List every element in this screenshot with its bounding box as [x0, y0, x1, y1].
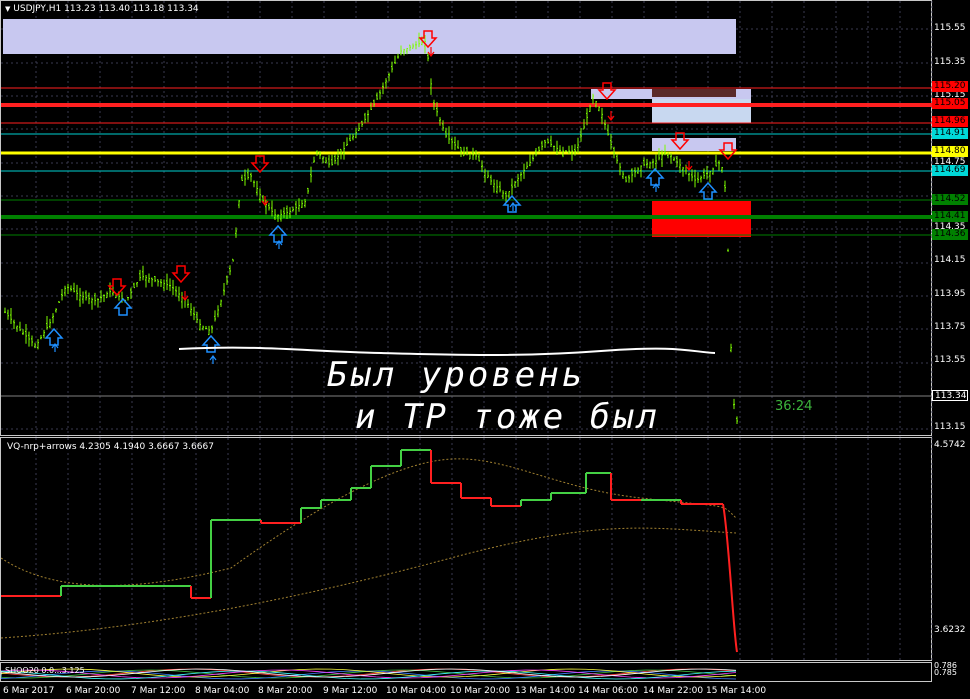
dropdown-icon[interactable]: ▼ — [5, 5, 10, 13]
time-tick: 6 Mar 20:00 — [66, 686, 121, 696]
price-box-114-96: 114.96 — [932, 116, 968, 127]
vq-drop — [722, 503, 738, 653]
price-tick: 115.55 — [934, 23, 966, 33]
signal-line-slow — [1, 527, 737, 639]
price-tick: 113.75 — [934, 322, 966, 332]
vq-indicator-pane[interactable]: VQ-nrp+arrows 4.2305 4.1940 3.6667 3.666… — [0, 437, 933, 662]
time-tick: 8 Mar 20:00 — [258, 686, 313, 696]
symbol-header: ▼ USDJPY,H1 113.23 113.40 113.18 113.34 — [5, 4, 199, 14]
sell-arrow-icon — [250, 155, 270, 174]
hand-drawn-line — [178, 346, 716, 356]
time-tick: 10 Mar 04:00 — [386, 686, 447, 696]
price-tick: 113.55 — [934, 355, 966, 365]
small-sell-arrow-icon — [685, 161, 693, 171]
price-box-114-69: 114.69 — [932, 165, 968, 176]
price-box-115-20: 115.20 — [932, 81, 968, 92]
time-tick: 6 Mar 2017 — [3, 686, 55, 696]
price-box-114-36: 114.36 — [932, 229, 968, 240]
small-sell-arrow-icon — [607, 111, 615, 121]
price-box-current: 113.34 — [932, 390, 968, 401]
price-box-114-91: 114.91 — [932, 128, 968, 139]
vq-indicator-canvas — [1, 438, 933, 662]
price-box-114-80: 114.80 — [932, 146, 968, 157]
buy-arrow-icon — [44, 327, 64, 346]
sub-indicator-header: SHOO20 0.0...3.125 — [5, 666, 85, 675]
time-tick: 14 Mar 22:00 — [643, 686, 704, 696]
annotation-line-1: Был уровень — [327, 355, 586, 395]
small-buy-arrow-icon — [209, 355, 217, 364]
price-box-114-52: 114.52 — [932, 194, 968, 205]
signal-line-fast — [1, 458, 737, 586]
indicator-axis[interactable]: 4.5742 3.6232 0.786 0.785 — [932, 437, 970, 682]
small-buy-arrow-icon — [509, 202, 517, 211]
sub-tick: 0.785 — [934, 668, 957, 677]
price-tick: 114.15 — [934, 255, 966, 265]
sell-arrow-icon — [171, 265, 191, 284]
zone-box-dark — [652, 89, 736, 97]
time-tick: 7 Mar 12:00 — [131, 686, 186, 696]
indicator-tick-bottom: 3.6232 — [934, 625, 966, 635]
time-tick: 8 Mar 04:00 — [195, 686, 250, 696]
sub-indicator-pane[interactable]: SHOO20 0.0...3.125 — [0, 662, 932, 682]
time-tick: 13 Mar 14:00 — [515, 686, 576, 696]
buy-arrow-icon — [268, 224, 288, 243]
time-tick: 10 Mar 20:00 — [450, 686, 511, 696]
indicator-tick-top: 4.5742 — [934, 440, 966, 450]
price-tick: 113.15 — [934, 422, 966, 432]
price-tick: 115.35 — [934, 57, 966, 67]
candle-timer: 36:24 — [775, 399, 813, 414]
chart-window[interactable]: ▼ USDJPY,H1 113.23 113.40 113.18 113.34 … — [0, 0, 970, 699]
time-tick: 14 Mar 06:00 — [578, 686, 639, 696]
buy-arrow-icon — [113, 297, 133, 316]
supply-zone — [3, 19, 736, 54]
price-box-114-41: 114.41 — [932, 211, 968, 222]
price-axis[interactable]: 115.55 115.35 115.15 114.75 114.35 114.1… — [932, 0, 970, 436]
sell-arrow-icon — [107, 278, 127, 297]
time-tick: 9 Mar 12:00 — [323, 686, 378, 696]
price-box-115-05: 115.05 — [932, 98, 968, 109]
buy-arrow-icon — [201, 334, 221, 353]
sub-indicator-canvas — [1, 668, 737, 680]
symbol-header-text: USDJPY,H1 113.23 113.40 113.18 113.34 — [13, 4, 199, 14]
price-pane[interactable]: ▼ USDJPY,H1 113.23 113.40 113.18 113.34 … — [0, 0, 933, 437]
time-tick: 15 Mar 14:00 — [706, 686, 767, 696]
annotation-line-2: и TP тоже был — [355, 397, 661, 437]
indicator-header: VQ-nrp+arrows 4.2305 4.1940 3.6667 3.666… — [7, 442, 214, 452]
price-tick: 113.95 — [934, 289, 966, 299]
zone-box-light — [652, 99, 751, 123]
